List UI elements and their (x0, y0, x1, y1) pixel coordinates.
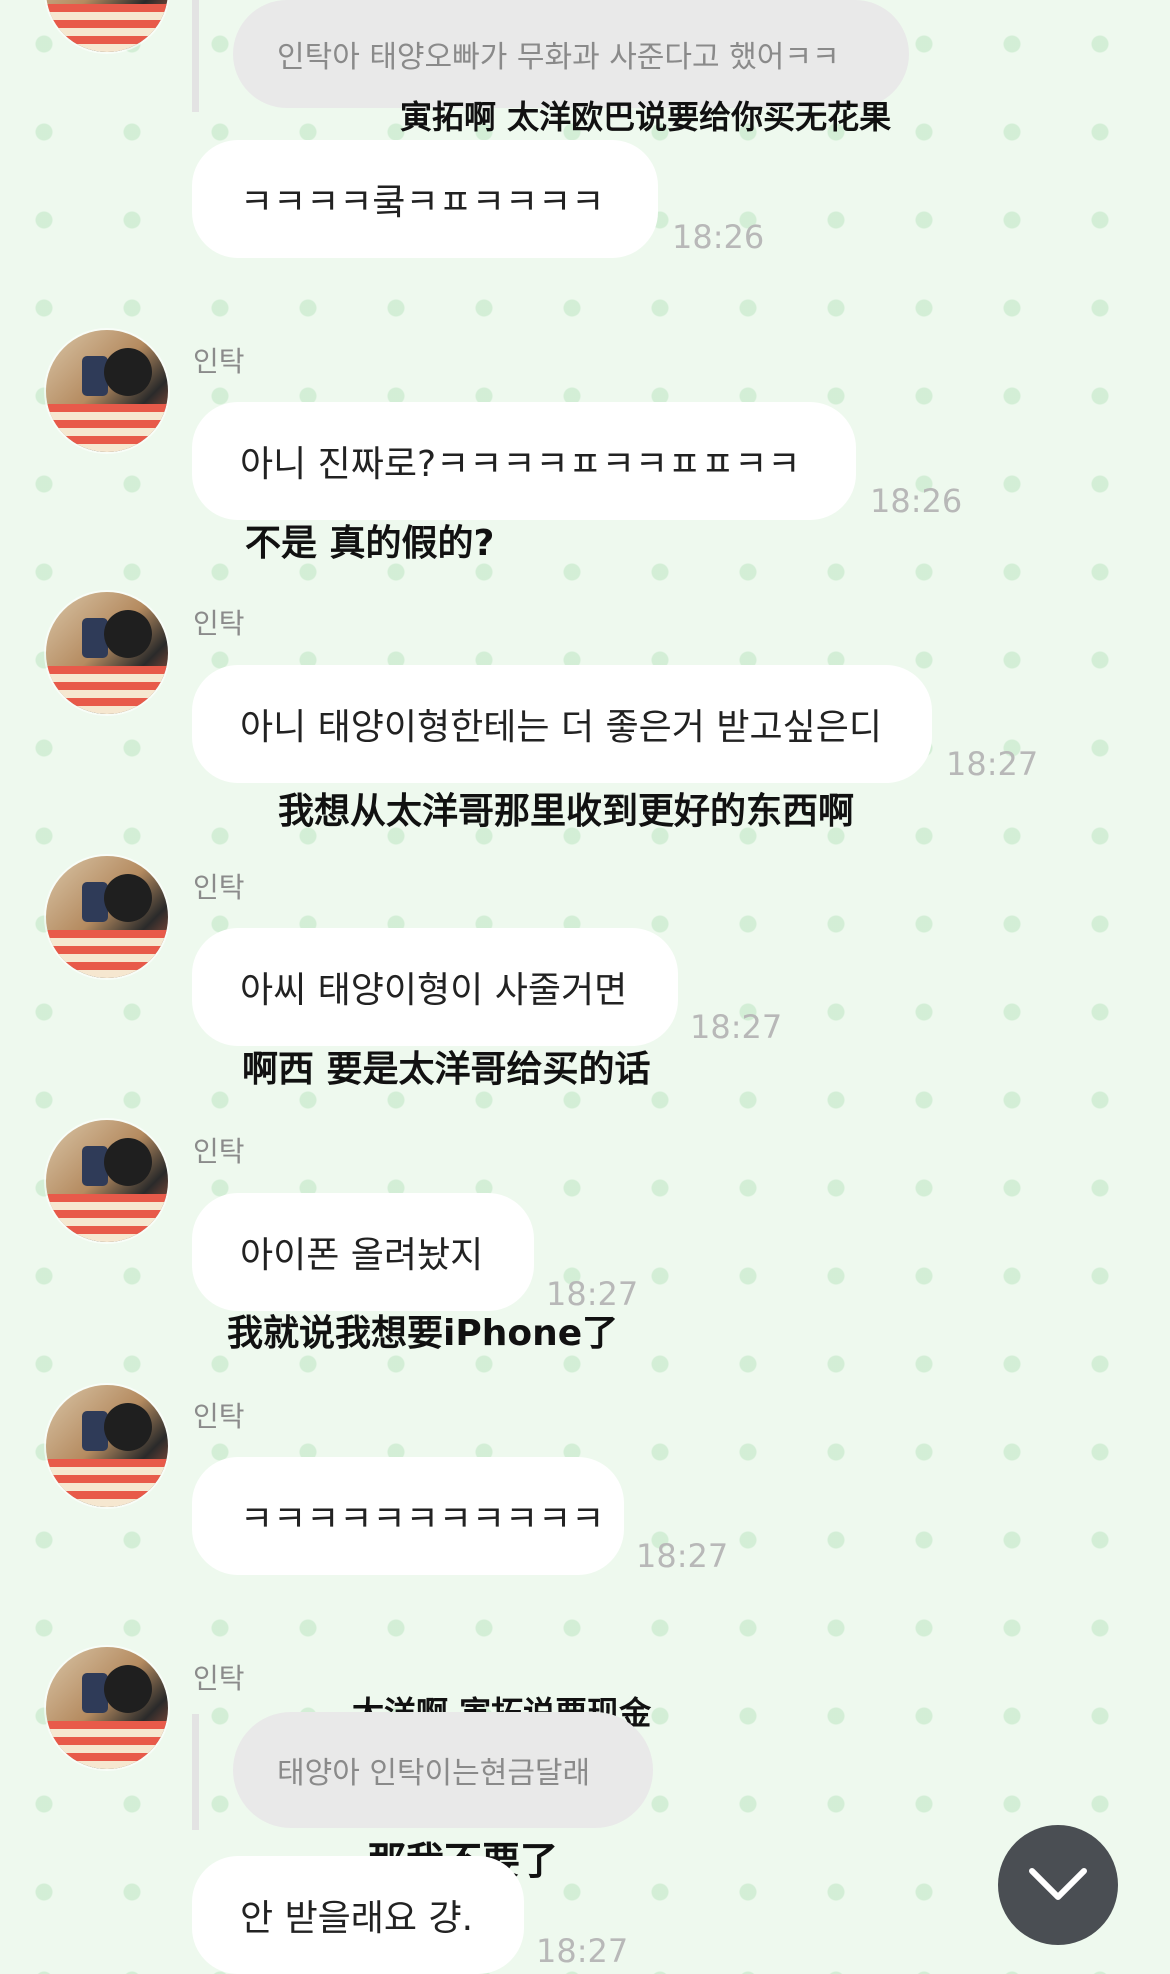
translation-caption: 啊西 要是太洋哥给买的话 (242, 1049, 651, 1090)
message-timestamp: 18:27 (536, 1932, 629, 1970)
message-timestamp: 18:26 (672, 218, 765, 256)
translation-caption: 我就说我想要iPhone了 (227, 1313, 619, 1354)
reply-quote-bar (192, 1714, 199, 1830)
message-text: ㅋㅋㅋㅋㅋㅋㅋㅋㅋㅋㅋ (240, 1499, 605, 1540)
sender-name: 인탁 (193, 1662, 245, 1695)
avatar[interactable] (46, 856, 168, 978)
message-timestamp: 18:26 (870, 482, 963, 520)
avatar[interactable] (46, 330, 168, 452)
sender-name: 인탁 (193, 345, 245, 378)
sender-name: 인탁 (193, 871, 245, 904)
message-bubble[interactable]: 아니 진짜로?ㅋㅋㅋㅋㅍㅋㅋㅍㅍㅋㅋ (192, 402, 856, 520)
sender-name: 인탁 (193, 1400, 245, 1433)
translation-caption: 不是 真的假的? (245, 523, 495, 564)
message-text: 아씨 태양이형이 사줄거면 (240, 970, 628, 1011)
message-bubble[interactable]: ㅋㅋㅋㅋ쿸ㅋㅍㅋㅋㅋㅋ (192, 140, 658, 258)
sender-name: 인탁 (193, 1135, 245, 1168)
message-bubble[interactable]: 아씨 태양이형이 사줄거면 (192, 928, 678, 1046)
sender-name: 인탁 (193, 607, 245, 640)
scroll-to-bottom-button[interactable] (998, 1825, 1118, 1945)
message-timestamp: 18:27 (636, 1537, 729, 1575)
chevron-down-icon (1029, 1868, 1087, 1900)
avatar[interactable] (46, 592, 168, 714)
message-text: 아니 진짜로?ㅋㅋㅋㅋㅍㅋㅋㅍㅍㅋㅋ (240, 444, 801, 485)
quoted-message[interactable]: 태양아 인탁이는현금달래 (233, 1712, 653, 1828)
chat-area[interactable]: 인탁아 태양오빠가 무화과 사준다고 했어ㅋㅋ 寅拓啊 太洋欧巴说要给你买无花果… (0, 0, 1170, 1974)
translation-caption: 我想从太洋哥那里收到更好的东西啊 (278, 791, 855, 832)
message-bubble[interactable]: 안 받을래요 걍. (192, 1856, 524, 1974)
message-text: 안 받을래요 걍. (240, 1898, 474, 1939)
message-text: 아니 태양이형한테는 더 좋은거 받고싶은디 (240, 707, 882, 748)
quoted-message-text: 인탁아 태양오빠가 무화과 사준다고 했어ㅋㅋ (277, 40, 840, 75)
quoted-message-text: 태양아 인탁이는현금달래 (277, 1756, 591, 1791)
message-bubble[interactable]: 아이폰 올려놨지 (192, 1193, 534, 1311)
message-bubble[interactable]: ㅋㅋㅋㅋㅋㅋㅋㅋㅋㅋㅋ (192, 1457, 624, 1575)
message-timestamp: 18:27 (690, 1008, 783, 1046)
message-timestamp: 18:27 (946, 745, 1039, 783)
message-text: ㅋㅋㅋㅋ쿸ㅋㅍㅋㅋㅋㅋ (240, 182, 605, 223)
message-text: 아이폰 올려놨지 (240, 1235, 484, 1276)
avatar[interactable] (46, 1385, 168, 1507)
translation-caption: 寅拓啊 太洋欧巴说要给你买无花果 (400, 98, 892, 136)
reply-quote-bar (192, 0, 199, 112)
avatar[interactable] (46, 1647, 168, 1769)
message-bubble[interactable]: 아니 태양이형한테는 더 좋은거 받고싶은디 (192, 665, 932, 783)
avatar[interactable] (46, 1120, 168, 1242)
avatar[interactable] (46, 0, 168, 52)
